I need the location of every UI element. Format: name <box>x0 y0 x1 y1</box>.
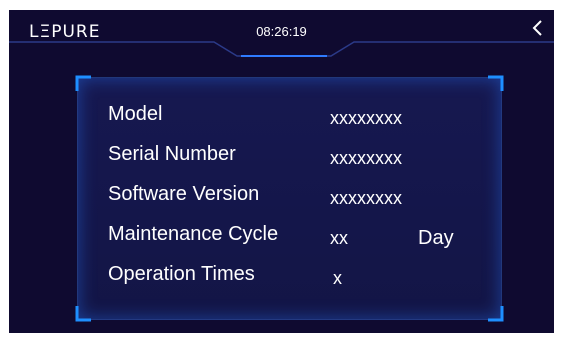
operation-times-value: x <box>333 268 342 288</box>
top-bar: LΞPURE 08:26:19 <box>9 10 554 58</box>
maintenance-cycle-label: Maintenance Cycle <box>108 223 279 245</box>
model-value: xxxxxxxx <box>330 108 402 128</box>
corner-top-left <box>75 75 91 91</box>
serial-number-value: xxxxxxxx <box>330 148 402 168</box>
corner-bottom-right <box>488 306 504 322</box>
software-version-value: xxxxxxxx <box>330 188 402 208</box>
clock-time: 08:26:19 <box>256 24 307 39</box>
corner-top-right <box>488 75 504 91</box>
corner-bottom-left <box>75 306 91 322</box>
chevron-left-icon[interactable] <box>528 18 548 38</box>
device-info-screen: LΞPURE 08:26:19 Model xxxxxxxx Serial Nu… <box>9 10 554 333</box>
info-panel: Model xxxxxxxx Serial Number xxxxxxxx So… <box>75 75 504 322</box>
operation-times-label: Operation Times <box>108 263 255 285</box>
software-version-label: Software Version <box>108 183 260 205</box>
maintenance-cycle-value: xx <box>330 228 348 248</box>
model-label: Model <box>108 103 163 125</box>
serial-number-label: Serial Number <box>108 143 236 165</box>
maintenance-cycle-unit: Day <box>418 227 454 249</box>
